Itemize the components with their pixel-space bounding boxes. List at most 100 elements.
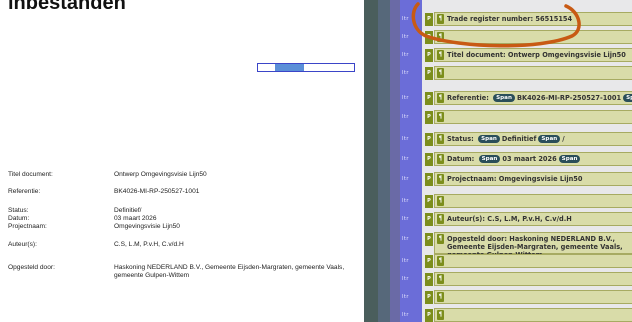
label-projectnaam: Projectnaam: bbox=[8, 223, 47, 230]
pilcrow-icon[interactable]: ¶ bbox=[437, 196, 444, 206]
span-tag[interactable]: Span bbox=[493, 94, 515, 102]
pilcrow-icon[interactable]: ¶ bbox=[437, 112, 444, 122]
span-tag-close[interactable]: Span bbox=[623, 94, 632, 102]
splitter[interactable] bbox=[357, 0, 364, 322]
paragraph-tag-icon[interactable]: P bbox=[425, 111, 433, 124]
editor-row[interactable]: ltr P ¶ Datum: Span 03 maart 2026 Span bbox=[400, 152, 632, 168]
paragraph-tag-icon[interactable]: P bbox=[425, 213, 433, 226]
pilcrow-icon[interactable]: ¶ bbox=[437, 292, 444, 302]
paragraph-tag-icon[interactable]: P bbox=[425, 49, 433, 62]
editor-row[interactable]: ltr P ¶ Opgesteld door: Haskoning NEDERLAND… bbox=[400, 232, 632, 259]
paragraph-block[interactable]: ¶ Referentie: Span BK4026-MI-RP-250527-100… bbox=[434, 91, 632, 105]
direction-marker: ltr bbox=[402, 136, 409, 142]
direction-marker: ltr bbox=[402, 70, 409, 76]
editor-row[interactable]: ltr P ¶ bbox=[400, 66, 632, 82]
pilcrow-icon[interactable]: ¶ bbox=[437, 310, 444, 320]
page-title: inbestanden bbox=[8, 0, 126, 14]
paragraph-block[interactable]: ¶ Titel document: Ontwerp Omgevingsvisie … bbox=[434, 48, 632, 62]
editor-row[interactable]: ltr P ¶ bbox=[400, 254, 632, 270]
paragraph-tag-icon[interactable]: P bbox=[425, 173, 433, 186]
paragraph-text-content: Referentie: bbox=[447, 94, 489, 102]
paragraph-block[interactable]: ¶ bbox=[434, 194, 632, 208]
editor-row[interactable]: ltr P ¶ Projectnaam: Omgevingsvisie Lijn50 bbox=[400, 172, 632, 188]
paragraph-tag-icon[interactable]: P bbox=[425, 92, 433, 105]
direction-marker: ltr bbox=[402, 312, 409, 318]
pilcrow-icon[interactable]: ¶ bbox=[437, 134, 444, 144]
editor-gutter-inner bbox=[378, 0, 390, 322]
paragraph-tag-icon[interactable]: P bbox=[425, 67, 433, 80]
pilcrow-icon[interactable]: ¶ bbox=[437, 14, 444, 24]
progress-bar bbox=[257, 63, 355, 72]
editor-panel[interactable]: ltr P ¶ Trade register number: 56515154 ltr P… bbox=[364, 0, 632, 322]
paragraph-tag-icon[interactable]: P bbox=[425, 153, 433, 166]
paragraph-block[interactable]: ¶ Auteur(s): C.S, L.M, P.v.H, C.v/d.H bbox=[434, 212, 632, 226]
paragraph-tag-icon[interactable]: P bbox=[425, 133, 433, 146]
paragraph-block[interactable]: ¶ Projectnaam: Omgevingsvisie Lijn50 bbox=[434, 172, 632, 186]
paragraph-text[interactable]: Auteur(s): C.S, L.M, P.v.H, C.v/d.H bbox=[447, 215, 572, 223]
editor-row[interactable]: ltr P ¶ bbox=[400, 308, 632, 322]
value-projectnaam: Omgevingsvisie Lijn50 bbox=[114, 223, 180, 230]
paragraph-text-content: Status: bbox=[447, 135, 474, 143]
pilcrow-icon[interactable]: ¶ bbox=[437, 214, 444, 224]
paragraph-text-content: Auteur(s): C.S, L.M, P.v.H, C.v/d.H bbox=[447, 215, 572, 223]
editor-row[interactable]: ltr P ¶ Referentie: Span BK4026-MI-RP-250527… bbox=[400, 91, 632, 107]
pilcrow-icon[interactable]: ¶ bbox=[437, 32, 444, 42]
paragraph-tag-icon[interactable]: P bbox=[425, 13, 433, 26]
paragraph-tag-icon[interactable]: P bbox=[425, 291, 433, 304]
paragraph-text[interactable]: Titel document: Ontwerp Omgevingsvisie L… bbox=[447, 51, 626, 59]
pilcrow-icon[interactable]: ¶ bbox=[437, 68, 444, 78]
value-titel-document: Ontwerp Omgevingsvisie Lijn50 bbox=[114, 171, 207, 178]
span-suffix: / bbox=[562, 135, 565, 143]
paragraph-text[interactable]: Projectnaam: Omgevingsvisie Lijn50 bbox=[447, 175, 582, 183]
paragraph-block[interactable]: ¶ Trade register number: 56515154 bbox=[434, 12, 632, 26]
pilcrow-icon[interactable]: ¶ bbox=[437, 154, 444, 164]
value-referentie: BK4026-MI-RP-250527-1001 bbox=[114, 188, 200, 195]
paragraph-tag-icon[interactable]: P bbox=[425, 255, 433, 268]
paragraph-tag-icon[interactable]: P bbox=[425, 233, 433, 246]
editor-row[interactable]: ltr P ¶ bbox=[400, 30, 632, 46]
paragraph-block[interactable]: ¶ Datum: Span 03 maart 2026 Span bbox=[434, 152, 632, 166]
editor-row[interactable]: ltr P ¶ Titel document: Ontwerp Omgevingsvi… bbox=[400, 48, 632, 64]
editor-row[interactable]: ltr P ¶ bbox=[400, 272, 632, 288]
paragraph-block[interactable]: ¶ bbox=[434, 30, 632, 44]
pilcrow-icon[interactable]: ¶ bbox=[437, 274, 444, 284]
editor-row[interactable]: ltr P ¶ Status: Span Definitief Span / bbox=[400, 132, 632, 148]
pilcrow-icon[interactable]: ¶ bbox=[437, 50, 444, 60]
span-tag[interactable]: Span bbox=[478, 155, 501, 163]
direction-marker: ltr bbox=[402, 198, 409, 204]
span-tag[interactable]: Span bbox=[478, 135, 500, 143]
pilcrow-icon[interactable]: ¶ bbox=[437, 256, 444, 266]
editor-row[interactable]: ltr P ¶ Trade register number: 56515154 bbox=[400, 12, 632, 28]
paragraph-text[interactable]: Trade register number: 56515154 bbox=[447, 15, 572, 23]
paragraph-block[interactable]: ¶ Opgesteld door: Haskoning NEDERLAND B.V… bbox=[434, 232, 632, 259]
editor-row[interactable]: ltr P ¶ bbox=[400, 194, 632, 210]
paragraph-tag-icon[interactable]: P bbox=[425, 195, 433, 208]
paragraph-block[interactable]: ¶ Status: Span Definitief Span / bbox=[434, 132, 632, 146]
paragraph-text-content: Datum: bbox=[447, 155, 475, 163]
label-referentie: Referentie: bbox=[8, 188, 41, 195]
editor-row[interactable]: ltr P ¶ Auteur(s): C.S, L.M, P.v.H, C.v/d.H bbox=[400, 212, 632, 228]
paragraph-text[interactable]: Datum: Span 03 maart 2026 Span bbox=[447, 155, 582, 163]
label-opgesteld-door: Opgesteld door: bbox=[8, 264, 55, 271]
paragraph-tag-icon[interactable]: P bbox=[425, 273, 433, 286]
paragraph-block[interactable]: ¶ bbox=[434, 308, 632, 322]
pilcrow-icon[interactable]: ¶ bbox=[437, 174, 444, 184]
editor-row[interactable]: ltr P ¶ bbox=[400, 290, 632, 306]
span-tag-close[interactable]: Span bbox=[538, 135, 561, 143]
paragraph-block[interactable]: ¶ bbox=[434, 254, 632, 268]
editor-row[interactable]: ltr P ¶ bbox=[400, 110, 632, 126]
paragraph-block[interactable]: ¶ bbox=[434, 290, 632, 304]
direction-marker: ltr bbox=[402, 258, 409, 264]
direction-marker: ltr bbox=[402, 52, 409, 58]
pilcrow-icon[interactable]: ¶ bbox=[437, 93, 444, 103]
paragraph-block[interactable]: ¶ bbox=[434, 272, 632, 286]
paragraph-tag-icon[interactable]: P bbox=[425, 31, 433, 44]
paragraph-block[interactable]: ¶ bbox=[434, 110, 632, 124]
span-tag-close[interactable]: Span bbox=[558, 155, 581, 163]
paragraph-tag-icon[interactable]: P bbox=[425, 309, 433, 322]
paragraph-text[interactable]: Status: Span Definitief Span / bbox=[447, 135, 565, 143]
paragraph-block[interactable]: ¶ bbox=[434, 66, 632, 80]
paragraph-text[interactable]: Referentie: Span BK4026-MI-RP-250527-1001… bbox=[447, 94, 632, 102]
direction-marker: ltr bbox=[402, 156, 409, 162]
pilcrow-icon[interactable]: ¶ bbox=[437, 234, 444, 244]
